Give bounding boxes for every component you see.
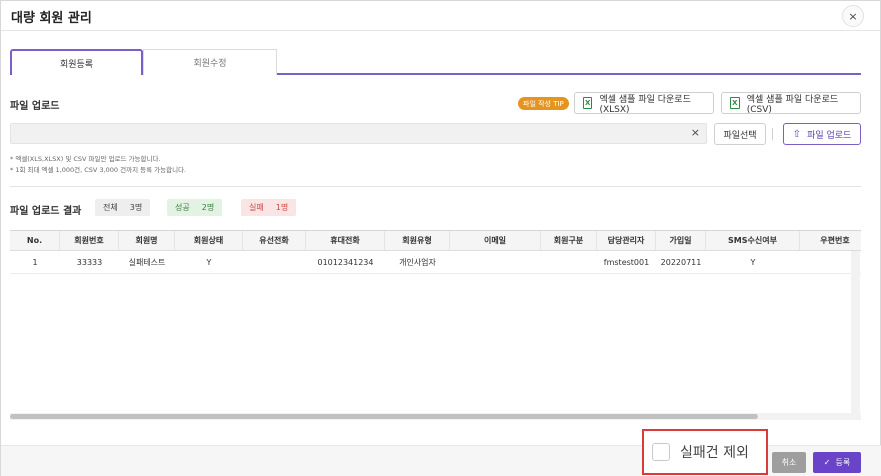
- cancel-button[interactable]: 취소: [772, 452, 806, 473]
- file-upload-label: 파일 업로드: [807, 130, 852, 141]
- download-csv-button[interactable]: X 엑셀 샘플 파일 다운로드(CSV): [721, 92, 861, 115]
- table-horizontal-scrollbar[interactable]: [10, 413, 861, 420]
- section-divider: [10, 186, 861, 187]
- table-row[interactable]: 1 33333 실패테스트 Y 01012341234 개인사업자 fmstes…: [10, 252, 861, 274]
- upload-icon: ⇧: [792, 128, 802, 140]
- cell-member-name: 실패테스트: [128, 258, 166, 267]
- exclude-failed-label: 실패건 제외: [680, 445, 749, 461]
- divider: [772, 128, 773, 140]
- fail-label: 실패: [249, 203, 264, 212]
- cell-manager: fmstest001: [603, 258, 650, 267]
- file-upload-heading: 파일 업로드: [10, 101, 60, 112]
- col-header-member-class: 회원구분: [541, 231, 597, 250]
- table-header-row: No. 회원번호 회원명 회원상태 유선전화 휴대전화 회원유형 이메일 회원구…: [10, 231, 861, 251]
- cell-email: [450, 252, 541, 273]
- file-path-input[interactable]: ×: [10, 123, 707, 144]
- col-header-email: 이메일: [450, 231, 541, 250]
- download-xlsx-button[interactable]: X 엑셀 샘플 파일 다운로드(XLSX): [574, 92, 714, 115]
- tab-edit[interactable]: 회원수정: [143, 49, 277, 75]
- modal-title: 대량 회원 관리: [11, 11, 92, 26]
- col-header-join-date: 가입일: [656, 231, 706, 250]
- scrollbar-thumb[interactable]: [10, 414, 758, 419]
- col-header-member-type: 회원유형: [385, 231, 450, 250]
- cell-landline: [243, 252, 306, 273]
- cell-sms-opt-in: Y: [750, 258, 756, 267]
- success-count: 2명: [201, 203, 215, 212]
- cell-mobile: 01012341234: [317, 258, 374, 267]
- col-header-sms-opt-in: SMS수신여부: [706, 231, 800, 250]
- file-select-button[interactable]: 파일선택: [714, 123, 766, 145]
- download-csv-label: 엑셀 샘플 파일 다운로드(CSV): [746, 94, 839, 115]
- download-xlsx-label: 엑셀 샘플 파일 다운로드(XLSX): [599, 94, 691, 115]
- total-count: 3명: [129, 203, 143, 212]
- upload-note-format: * 엑셀(XLS,XLSX) 및 CSV 파일만 업로드 가능합니다.: [10, 155, 161, 163]
- col-header-member-id: 회원번호: [60, 231, 119, 250]
- submit-label: 등록: [835, 458, 851, 467]
- success-count-chip: 성공 2명: [167, 199, 223, 216]
- tab-bar: 회원등록 회원수정: [10, 49, 861, 75]
- success-label: 성공: [175, 203, 190, 212]
- col-header-postal-code: 우편번호: [820, 236, 850, 245]
- submit-button[interactable]: ✓ 등록: [813, 452, 861, 473]
- total-label: 전체: [103, 203, 118, 212]
- file-tip-badge[interactable]: 파일 작성 TIP: [518, 97, 569, 110]
- col-header-manager: 담당관리자: [597, 231, 656, 250]
- excel-icon: X: [583, 97, 593, 109]
- cell-member-class: [541, 252, 597, 273]
- clear-icon[interactable]: ×: [691, 126, 700, 139]
- cell-member-id: 33333: [76, 258, 103, 267]
- col-header-member-name: 회원명: [119, 231, 175, 250]
- cell-member-type: 개인사업자: [399, 258, 436, 267]
- fail-count-chip: 실패 1명: [241, 199, 297, 216]
- exclude-failed-checkbox[interactable]: [652, 443, 670, 461]
- tab-register[interactable]: 회원등록: [10, 49, 143, 75]
- total-count-chip: 전체 3명: [95, 199, 151, 216]
- col-header-no: No.: [10, 231, 60, 250]
- upload-result-heading: 파일 업로드 결과: [10, 206, 82, 217]
- table-vertical-scrollbar[interactable]: [851, 251, 860, 413]
- cell-no: 1: [32, 258, 38, 267]
- modal-header: 대량 회원 관리 ×: [1, 1, 880, 31]
- exclude-failed-option[interactable]: 실패건 제외: [642, 429, 768, 475]
- cell-join-date: 20220711: [660, 258, 702, 267]
- check-icon: ✓: [823, 458, 831, 467]
- upload-note-limit: * 1회 최대 엑셀 1,000건, CSV 3,000 건까지 등록 가능합니…: [10, 166, 187, 174]
- col-header-mobile: 휴대전화: [306, 231, 385, 250]
- col-header-member-status: 회원상태: [175, 231, 243, 250]
- excel-icon: X: [730, 97, 740, 109]
- upload-result-table: No. 회원번호 회원명 회원상태 유선전화 휴대전화 회원유형 이메일 회원구…: [10, 230, 861, 415]
- close-icon[interactable]: ×: [842, 5, 864, 27]
- fail-count: 1명: [275, 203, 289, 212]
- file-upload-button[interactable]: ⇧ 파일 업로드: [783, 123, 861, 145]
- col-header-landline: 유선전화: [243, 231, 306, 250]
- bulk-member-modal: 대량 회원 관리 × 회원등록 회원수정 파일 업로드 파일 작성 TIP X …: [0, 0, 881, 476]
- cell-member-status: Y: [206, 258, 212, 267]
